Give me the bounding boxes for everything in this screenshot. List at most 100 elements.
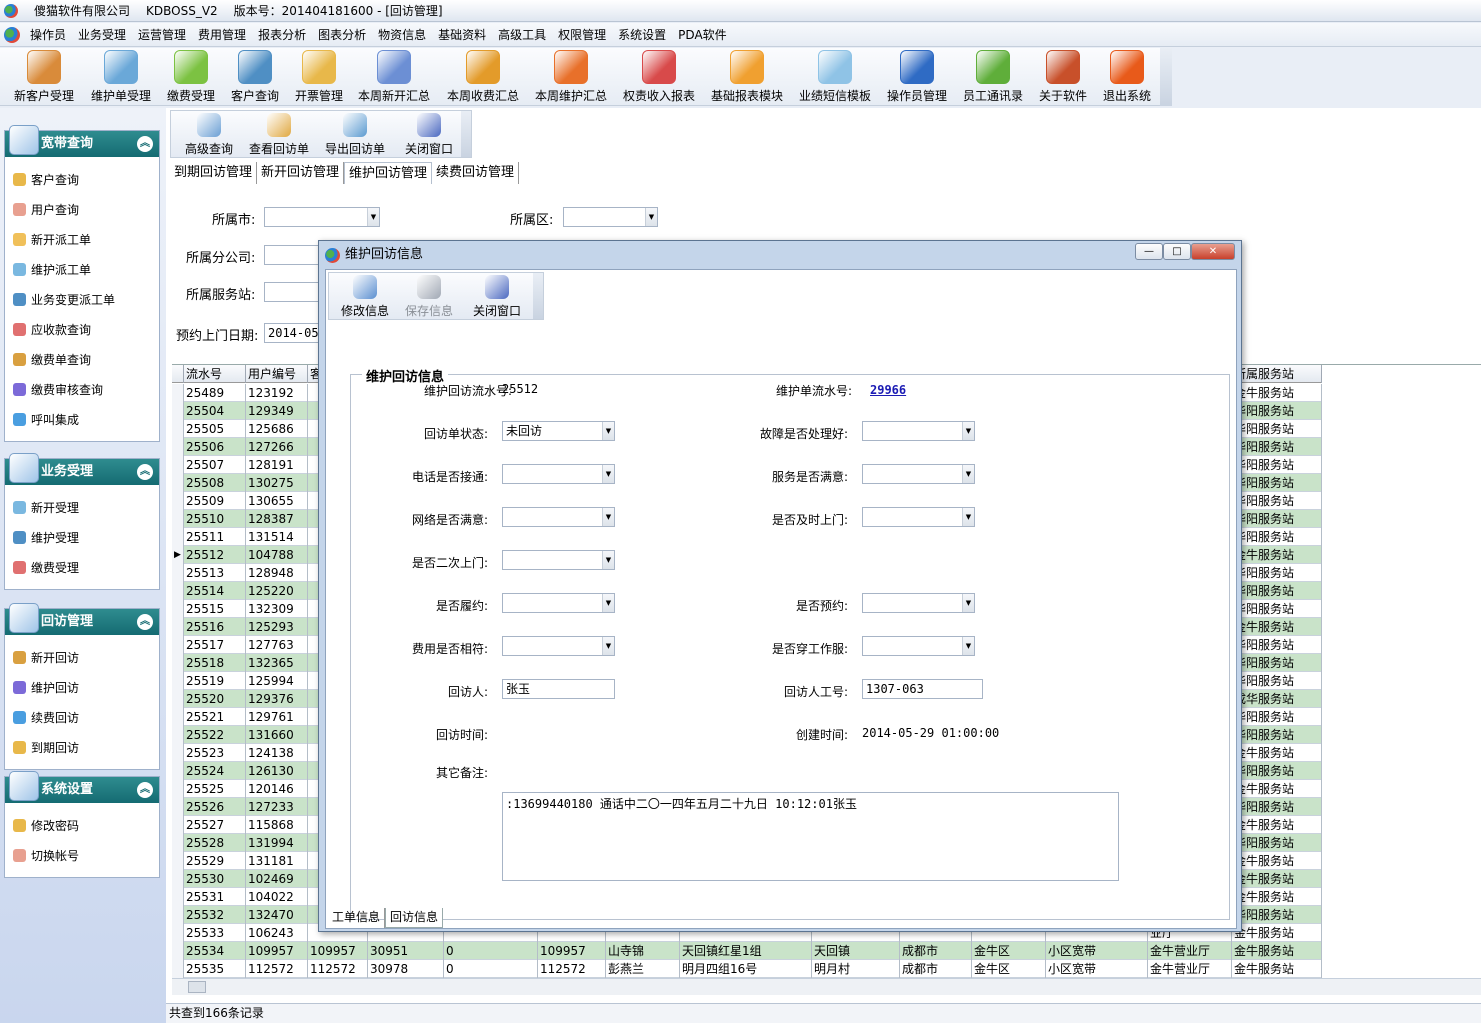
network-satisfied-select[interactable]: ▼ (502, 507, 615, 527)
sidebar-item[interactable]: 业务变更派工单 (5, 285, 159, 315)
toolbar-button-1[interactable]: 维护单受理 (81, 50, 161, 104)
sidebar-item[interactable]: 缴费审核查询 (5, 375, 159, 405)
city-select[interactable]: ▼ (264, 207, 380, 227)
toolbar-button-5[interactable]: 本周新开汇总 (354, 50, 434, 104)
appointment-select[interactable]: ▼ (862, 593, 975, 613)
tab-visit-info[interactable]: 回访信息 (385, 908, 444, 928)
close-button[interactable]: ✕ (1191, 243, 1235, 260)
sub-toolbar-button-0[interactable]: 高级查询 (173, 113, 245, 157)
sidebar-panel-header[interactable]: 回访管理 ︽ (5, 603, 159, 635)
kept-promise-select[interactable]: ▼ (502, 593, 615, 613)
menu-pda[interactable]: PDA软件 (672, 23, 732, 47)
menu-operator[interactable]: 操作员 (24, 23, 72, 47)
sidebar-item[interactable]: 新开派工单 (5, 225, 159, 255)
toolbar-grip[interactable] (1160, 48, 1172, 106)
sidebar-item[interactable]: 切换帐号 (5, 841, 159, 871)
sidebar-item[interactable]: 修改密码 (5, 811, 159, 841)
ontime-visit-select[interactable]: ▼ (862, 507, 975, 527)
toolbar-button-9[interactable]: 基础报表模块 (707, 50, 787, 104)
sidebar-item[interactable]: 到期回访 (5, 733, 159, 763)
toolbar-button-7[interactable]: 本周维护汇总 (531, 50, 611, 104)
tab-new-visit[interactable]: 新开回访管理 (257, 162, 345, 184)
service-satisfied-select[interactable]: ▼ (862, 464, 975, 484)
sidebar-item[interactable]: 维护派工单 (5, 255, 159, 285)
sidebar-item[interactable]: 缴费单查询 (5, 345, 159, 375)
second-visit-select[interactable]: ▼ (502, 550, 615, 570)
sidebar-item[interactable]: 续费回访 (5, 703, 159, 733)
sidebar-item[interactable]: 应收款查询 (5, 315, 159, 345)
minimize-button[interactable]: — (1135, 243, 1163, 260)
sub-toolbar-button-2[interactable]: 导出回访单 (319, 113, 391, 157)
grid-header-cell[interactable]: 用户编号 (246, 365, 308, 383)
district-select[interactable]: ▼ (563, 207, 658, 227)
appt-date-input[interactable]: 2014-05 (264, 323, 320, 343)
sidebar-item[interactable]: 客户查询 (5, 165, 159, 195)
save-info-button[interactable]: 保存信息 (395, 275, 463, 319)
menu-basic-data[interactable]: 基础资料 (432, 23, 492, 47)
tab-order-info[interactable]: 工单信息 (328, 908, 386, 928)
toolbar-button-10[interactable]: 业绩短信模板 (795, 50, 875, 104)
sub-toolbar-button-3[interactable]: 关闭窗口 (393, 113, 465, 157)
table-cell: 131660 (246, 726, 308, 744)
menu-charts[interactable]: 图表分析 (312, 23, 372, 47)
toolbar-grip[interactable] (461, 111, 471, 157)
visitor-id-input[interactable]: 1307-063 (862, 679, 983, 699)
sidebar-item[interactable]: 维护受理 (5, 523, 159, 553)
toolbar-grip[interactable] (533, 273, 543, 319)
sidebar-item[interactable]: 新开受理 (5, 493, 159, 523)
menu-advanced-tools[interactable]: 高级工具 (492, 23, 552, 47)
table-cell: 109957 (538, 942, 606, 960)
sub-toolbar-button-1[interactable]: 查看回访单 (243, 113, 315, 157)
close-dialog-button[interactable]: 关闭窗口 (463, 275, 531, 319)
grid-header-cell[interactable]: 所属服务站 (1232, 365, 1322, 383)
toolbar-button-11[interactable]: 操作员管理 (877, 50, 957, 104)
collapse-icon[interactable]: ︽ (137, 614, 153, 630)
maximize-button[interactable]: □ (1163, 243, 1191, 260)
sidebar-item[interactable]: 新开回访 (5, 643, 159, 673)
branch-select[interactable] (264, 245, 320, 265)
scroll-thumb[interactable] (188, 981, 206, 993)
sidebar-panel-header[interactable]: 宽带查询 ︽ (5, 125, 159, 157)
menu-permissions[interactable]: 权限管理 (552, 23, 612, 47)
menu-system-settings[interactable]: 系统设置 (612, 23, 672, 47)
menu-business[interactable]: 业务受理 (72, 23, 132, 47)
fault-resolved-select[interactable]: ▼ (862, 421, 975, 441)
table-row[interactable]: 25534 109957 109957 30951 0 109957 山寺锦 天回镇红星1组天… (172, 942, 1322, 960)
visit-status-select[interactable]: 未回访 ▼ (502, 421, 615, 441)
toolbar-button-14[interactable]: 退出系统 (1087, 50, 1167, 104)
tab-expiry-visit[interactable]: 到期回访管理 (170, 162, 258, 184)
sidebar-item[interactable]: 用户查询 (5, 195, 159, 225)
remarks-textarea[interactable]: :13699440180 通话中二〇一四年五月二十九日 10:12:01张玉 (502, 792, 1119, 881)
sidebar-item[interactable]: 维护回访 (5, 673, 159, 703)
tab-renewal-visit[interactable]: 续费回访管理 (432, 162, 520, 184)
sidebar-item[interactable]: 缴费受理 (5, 553, 159, 583)
toolbar-button-8[interactable]: 权责收入报表 (619, 50, 699, 104)
collapse-icon[interactable]: ︽ (137, 782, 153, 798)
collapse-icon[interactable]: ︽ (137, 464, 153, 480)
uniform-select[interactable]: ▼ (862, 636, 975, 656)
sidebar-panel-header[interactable]: 业务受理 ︽ (5, 453, 159, 485)
menu-reports[interactable]: 报表分析 (252, 23, 312, 47)
visitor-input[interactable]: 张玉 (502, 679, 615, 699)
toolbar-button-4[interactable]: 开票管理 (279, 50, 359, 104)
order-serial-link[interactable]: 29966 (870, 383, 906, 397)
menu-operations[interactable]: 运营管理 (132, 23, 192, 47)
toolbar-button-6[interactable]: 本周收费汇总 (443, 50, 523, 104)
sidebar-panel-header[interactable]: 系统设置 ︽ (5, 771, 159, 803)
menu-materials[interactable]: 物资信息 (372, 23, 432, 47)
table-row[interactable]: 25535 112572 112572 30978 0 112572 彭燕兰 明月四组16号明… (172, 960, 1322, 978)
fee-match-select[interactable]: ▼ (502, 636, 615, 656)
edit-info-button[interactable]: 修改信息 (331, 275, 399, 319)
menu-fees[interactable]: 费用管理 (192, 23, 252, 47)
sidebar-item[interactable]: 呼叫集成 (5, 405, 159, 435)
phone-connected-select[interactable]: ▼ (502, 464, 615, 484)
table-cell: 109957 (246, 942, 308, 960)
toolbar-button-0[interactable]: 新客户受理 (4, 50, 84, 104)
station-select[interactable] (264, 282, 320, 302)
tab-maintenance-visit[interactable]: 维护回访管理 (344, 162, 433, 184)
grid-header-cell[interactable]: 流水号 (184, 365, 246, 383)
collapse-icon[interactable]: ︽ (137, 136, 153, 152)
grid-hscrollbar[interactable] (172, 978, 1481, 995)
toolbar-button-12[interactable]: 员工通讯录 (953, 50, 1033, 104)
grid-header-cell[interactable] (172, 365, 184, 383)
